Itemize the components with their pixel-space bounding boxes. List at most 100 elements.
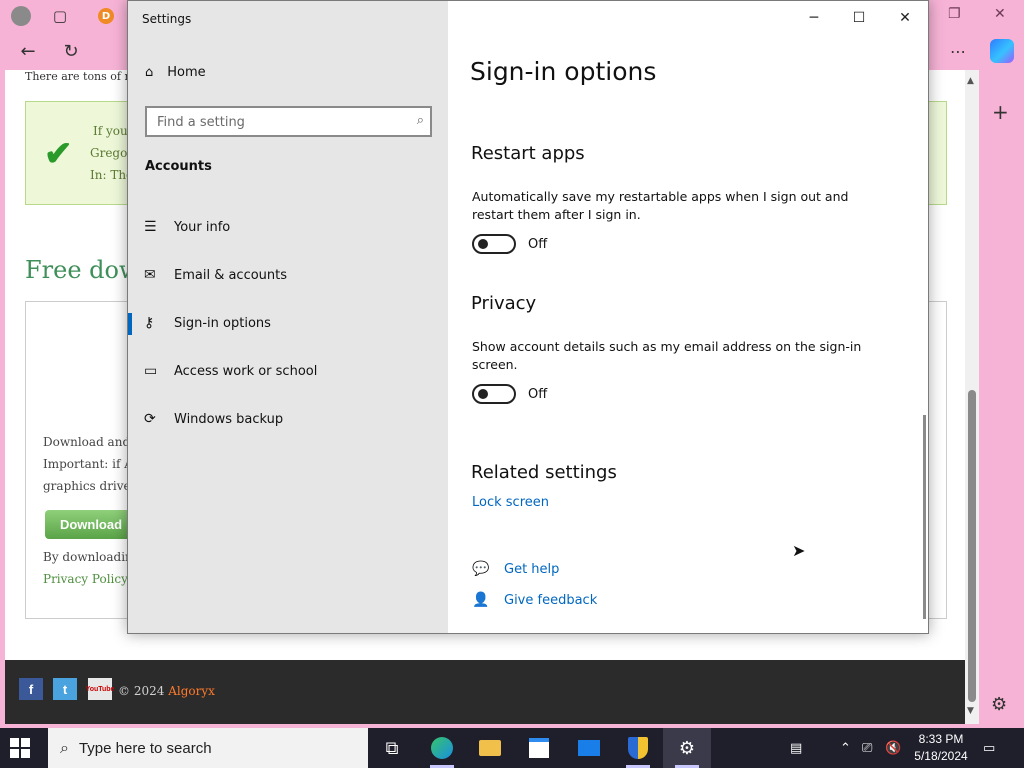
settings-content: ─ ☐ ✕ Sign-in options Restart apps Autom… [448, 1, 928, 633]
more-menu-icon[interactable]: ⋯ [945, 38, 971, 64]
refresh-icon[interactable]: ↻ [58, 38, 84, 64]
intro-text: There are tons of re [25, 70, 137, 83]
nav-label: Email & accounts [174, 267, 288, 283]
privacy-policy-link[interactable]: Privacy Policy. [43, 572, 130, 586]
sidebar-settings-icon[interactable]: ⚙ [991, 694, 1007, 715]
note-line: If you [93, 124, 128, 138]
windows-logo-icon [10, 749, 19, 758]
browser-close-icon[interactable]: ✕ [994, 6, 1006, 22]
privacy-desc: Show account details such as my email ad… [472, 339, 862, 372]
download-button[interactable]: Download [45, 510, 137, 539]
system-clock[interactable]: 8:33 PM 5/18/2024 [910, 731, 972, 765]
copyright-prefix: © 2024 [118, 684, 165, 698]
settings-nav-pane: Settings ⌂ Home ⌕ Accounts ☰ Your info ✉… [128, 1, 448, 633]
close-icon[interactable]: ✕ [893, 7, 917, 29]
browser-restore-icon[interactable]: ❐ [948, 6, 961, 22]
windows-logo-icon [21, 749, 30, 758]
search-icon: ⌕ [60, 738, 69, 757]
twitter-icon[interactable]: t [53, 678, 77, 700]
file-explorer-icon[interactable] [466, 728, 514, 768]
maximize-icon[interactable]: ☐ [847, 7, 871, 29]
toggle-knob [478, 239, 488, 249]
tray-chevron-icon[interactable]: ⌃ [840, 728, 851, 768]
start-button[interactable] [10, 738, 30, 758]
key-icon: ⚷ [144, 315, 155, 331]
tab-actions-icon[interactable]: ▢ [48, 4, 72, 28]
nav-sign-in-options[interactable]: ⚷ Sign-in options [128, 303, 448, 343]
restart-apps-state: Off [528, 237, 548, 252]
taskbar-search[interactable]: ⌕ Type here to search [48, 728, 368, 768]
get-help-link[interactable]: 💬 Get help [472, 561, 559, 577]
give-feedback-label: Give feedback [504, 592, 598, 608]
active-indicator [128, 313, 132, 335]
nav-label: Sign-in options [174, 315, 271, 331]
mouse-cursor-icon: ➤ [792, 541, 806, 560]
youtube-icon[interactable]: YouTube [86, 678, 114, 700]
taskbar-search-placeholder: Type here to search [78, 739, 212, 757]
privacy-toggle[interactable] [472, 384, 516, 404]
clock-date: 5/18/2024 [914, 749, 968, 763]
tab-favicon-icon: D [98, 8, 114, 24]
home-nav[interactable]: ⌂ Home [145, 65, 206, 80]
avatar-icon [11, 6, 31, 26]
search-input[interactable] [157, 113, 397, 131]
nav-access-work[interactable]: ▭ Access work or school [128, 351, 448, 391]
section-title: Accounts [145, 159, 212, 174]
restart-apps-toggle[interactable] [472, 234, 516, 254]
minimize-icon[interactable]: ─ [802, 7, 826, 29]
window-title: Settings [142, 12, 192, 26]
scroll-up-icon[interactable]: ▲ [967, 76, 974, 86]
page-title: Sign-in options [470, 57, 657, 86]
download-heading: Free dow [25, 256, 140, 284]
nav-label: Windows backup [174, 411, 284, 427]
nav-email-accounts[interactable]: ✉ Email & accounts [128, 255, 448, 295]
lock-screen-link[interactable]: Lock screen [472, 495, 549, 510]
settings-scrollbar[interactable] [923, 415, 926, 619]
profile-avatar[interactable] [9, 4, 33, 28]
mail-app-icon[interactable] [565, 728, 613, 768]
get-help-label: Get help [504, 561, 560, 577]
related-settings-heading: Related settings [471, 462, 617, 483]
notifications-icon[interactable]: ▭ [983, 728, 995, 768]
copilot-icon[interactable] [990, 39, 1014, 63]
news-widget-icon[interactable]: ▤ [790, 728, 802, 768]
search-icon[interactable]: ⌕ [417, 113, 424, 128]
copyright: © 2024 Algoryx [118, 684, 215, 698]
security-shield-icon[interactable] [614, 728, 662, 768]
windows-logo-icon [21, 738, 30, 747]
clock-time: 8:33 PM [918, 732, 964, 746]
store-icon[interactable] [515, 728, 563, 768]
home-label: Home [167, 65, 206, 80]
volume-muted-icon[interactable]: 🔇 [885, 728, 901, 768]
settings-app-icon[interactable]: ⚙ [663, 728, 711, 768]
sidebar-add-icon[interactable]: + [992, 100, 1009, 124]
scroll-down-icon[interactable]: ▼ [967, 706, 974, 716]
nav-windows-backup[interactable]: ⟳ Windows backup [128, 399, 448, 439]
back-icon[interactable]: ← [15, 38, 41, 64]
browser-scrollbar[interactable]: ▲ ▼ [965, 70, 979, 724]
settings-window: Settings ⌂ Home ⌕ Accounts ☰ Your info ✉… [127, 0, 929, 634]
home-icon: ⌂ [145, 65, 154, 80]
edge-icon[interactable] [418, 728, 466, 768]
sync-icon: ⟳ [144, 411, 156, 427]
briefcase-icon: ▭ [144, 363, 158, 379]
nav-label: Your info [174, 219, 231, 235]
taskbar: ⌕ Type here to search ⧉ ⚙ ▤ ⌃ ⎚ 🔇 8:33 P… [0, 728, 1024, 768]
brand-link[interactable]: Algoryx [168, 684, 215, 698]
scrollbar-thumb[interactable] [968, 390, 976, 702]
settings-search[interactable]: ⌕ [145, 106, 432, 137]
windows-logo-icon [10, 738, 19, 747]
network-icon[interactable]: ⎚ [862, 728, 872, 768]
mail-icon: ✉ [144, 267, 156, 283]
task-view-icon[interactable]: ⧉ [368, 728, 416, 768]
terms-text: By downloading [43, 550, 141, 564]
nav-label: Access work or school [174, 363, 318, 379]
facebook-icon[interactable]: f [19, 678, 43, 700]
give-feedback-link[interactable]: 👤 Give feedback [472, 592, 597, 608]
restart-apps-heading: Restart apps [471, 143, 585, 164]
toggle-knob [478, 389, 488, 399]
feedback-person-icon: 👤 [472, 592, 490, 608]
person-list-icon: ☰ [144, 219, 157, 235]
browser-tab[interactable]: D [94, 4, 118, 28]
nav-your-info[interactable]: ☰ Your info [128, 207, 448, 247]
